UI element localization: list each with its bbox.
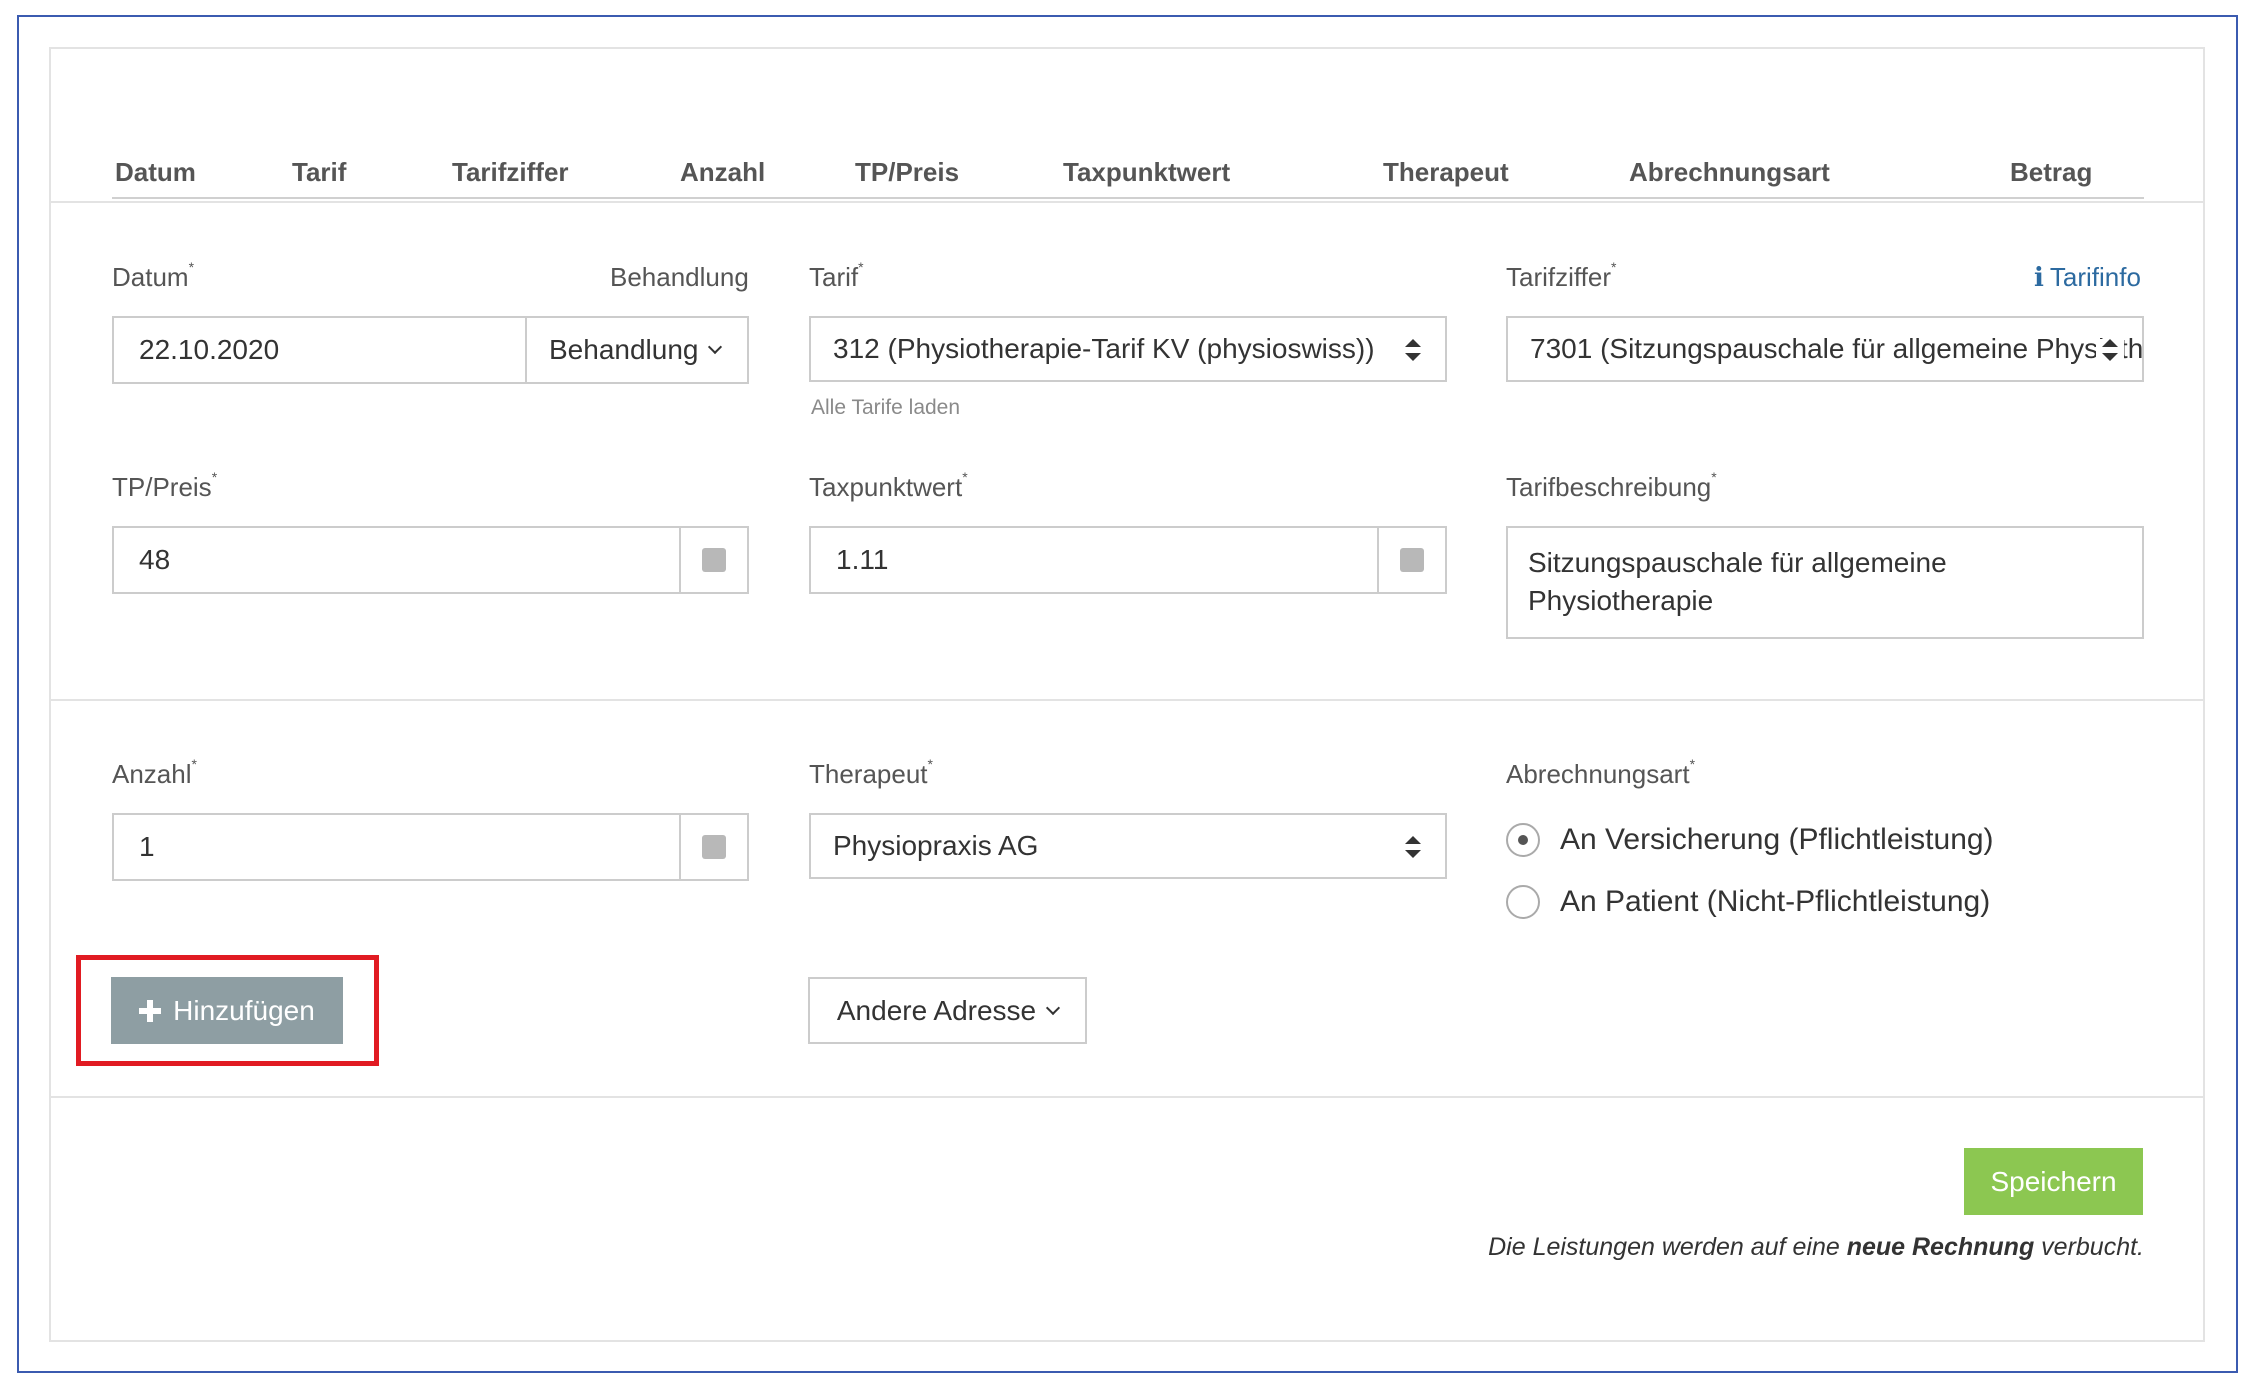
chevron-down-icon: [1046, 1000, 1061, 1015]
col-therapeut: Therapeut: [1383, 157, 1509, 187]
tarifbeschreibung-textarea[interactable]: Sitzungspauschale für allgemeine Physiot…: [1506, 526, 2144, 639]
calculator-button[interactable]: [1377, 528, 1445, 592]
square-icon: [1400, 548, 1424, 572]
taxpunktwert-input[interactable]: 1.11: [809, 526, 1447, 594]
tarifinfo-link-label: Tarifinfo: [2049, 262, 2141, 292]
sort-arrows-icon: [2096, 339, 2124, 361]
taxpunktwert-label: Taxpunktwert*: [809, 469, 968, 502]
chevron-down-icon: [708, 339, 723, 355]
sort-arrows-icon: [1405, 836, 1421, 858]
service-entry-card: Datum Tarif Tarifziffer Anzahl TP/Preis …: [49, 47, 2205, 1342]
col-anzahl: Anzahl: [680, 157, 766, 187]
save-button[interactable]: Speichern: [1964, 1148, 2143, 1215]
save-button-label: Speichern: [1990, 1165, 2117, 1197]
tarif-label: Tarif*: [809, 259, 864, 292]
behandlung-dropdown-label: Behandlung: [549, 334, 699, 365]
tarifbeschreibung-label: Tarifbeschreibung*: [1506, 469, 1717, 502]
radio-button-unchecked[interactable]: [1506, 885, 1540, 919]
col-tarifziffer: Tarifziffer: [452, 157, 569, 187]
table-header: Datum Tarif Tarifziffer Anzahl TP/Preis …: [112, 109, 2144, 199]
tarifziffer-select[interactable]: 7301 (Sitzungspauschale für allgemeine P…: [1506, 316, 2144, 382]
therapeut-value: Physiopraxis AG: [833, 830, 1039, 861]
datum-input[interactable]: 22.10.2020 Behandlung: [112, 316, 749, 384]
datum-value: 22.10.2020: [139, 334, 280, 365]
footer-note: Die Leistungen werden auf eine neue Rech…: [1488, 1233, 2144, 1262]
anzahl-value: 1: [139, 831, 155, 862]
therapeut-label: Therapeut*: [809, 756, 933, 789]
divider: [51, 201, 2203, 203]
tarifbeschreibung-line-2: Physiotherapie: [1528, 585, 1714, 616]
col-abrechnungsart: Abrechnungsart: [1629, 157, 1830, 187]
other-address-label: Andere Adresse: [836, 994, 1037, 1026]
radio-label-patient: An Patient (Nicht-Pflichtleistung): [1560, 885, 1991, 918]
therapeut-select[interactable]: Physiopraxis AG: [809, 813, 1447, 879]
sort-arrows-icon: [1405, 339, 1421, 361]
info-icon: i: [2034, 263, 2044, 293]
col-tp-preis: TP/Preis: [855, 157, 960, 187]
tarifbeschreibung-line-1: Sitzungspauschale für allgemeine: [1528, 547, 1947, 578]
tp-preis-input[interactable]: 48: [112, 526, 749, 594]
tp-preis-label: TP/Preis*: [112, 469, 218, 502]
other-address-dropdown[interactable]: Andere Adresse: [808, 977, 1087, 1044]
radio-button-checked[interactable]: [1506, 823, 1540, 857]
calculator-button[interactable]: [679, 528, 747, 592]
col-datum: Datum: [115, 157, 196, 187]
tarifziffer-value: 7301 (Sitzungspauschale für allgemeine P…: [1530, 333, 2144, 364]
radio-option-versicherung[interactable]: An Versicherung (Pflichtleistung): [1506, 823, 1994, 857]
divider: [51, 699, 2203, 701]
col-betrag: Betrag: [2010, 157, 2093, 187]
tarifinfo-link[interactable]: i Tarifinfo: [2034, 262, 2141, 293]
divider: [51, 1096, 2203, 1098]
col-tarif: Tarif: [292, 157, 347, 187]
calculator-button[interactable]: [679, 815, 747, 879]
square-icon: [702, 548, 726, 572]
tarifziffer-label: Tarifziffer*: [1506, 259, 1617, 292]
tarif-value: 312 (Physiotherapie-Tarif KV (physioswis…: [833, 333, 1375, 364]
col-taxpunktwert: Taxpunktwert: [1063, 157, 1231, 187]
anzahl-label: Anzahl*: [112, 756, 197, 789]
behandlung-dropdown[interactable]: Behandlung: [525, 318, 747, 382]
behandlung-label: Behandlung: [610, 262, 749, 292]
tarif-select[interactable]: 312 (Physiotherapie-Tarif KV (physioswis…: [809, 316, 1447, 382]
highlight-annotation: [76, 955, 379, 1066]
footer-note-suffix: verbucht.: [2034, 1233, 2144, 1261]
square-icon: [702, 835, 726, 859]
radio-option-patient[interactable]: An Patient (Nicht-Pflichtleistung): [1506, 885, 1990, 919]
radio-label-versicherung: An Versicherung (Pflichtleistung): [1560, 823, 1994, 856]
footer-note-bold: neue Rechnung: [1846, 1233, 2035, 1261]
footer-note-prefix: Die Leistungen werden auf eine: [1488, 1233, 1847, 1261]
taxpunktwert-value: 1.11: [836, 544, 889, 575]
abrechnungsart-label: Abrechnungsart*: [1506, 756, 1696, 789]
anzahl-input[interactable]: 1: [112, 813, 749, 881]
load-all-tariffs-link[interactable]: Alle Tarife laden: [811, 396, 960, 420]
datum-label: Datum*: [112, 259, 195, 292]
tp-preis-value: 48: [139, 544, 171, 575]
